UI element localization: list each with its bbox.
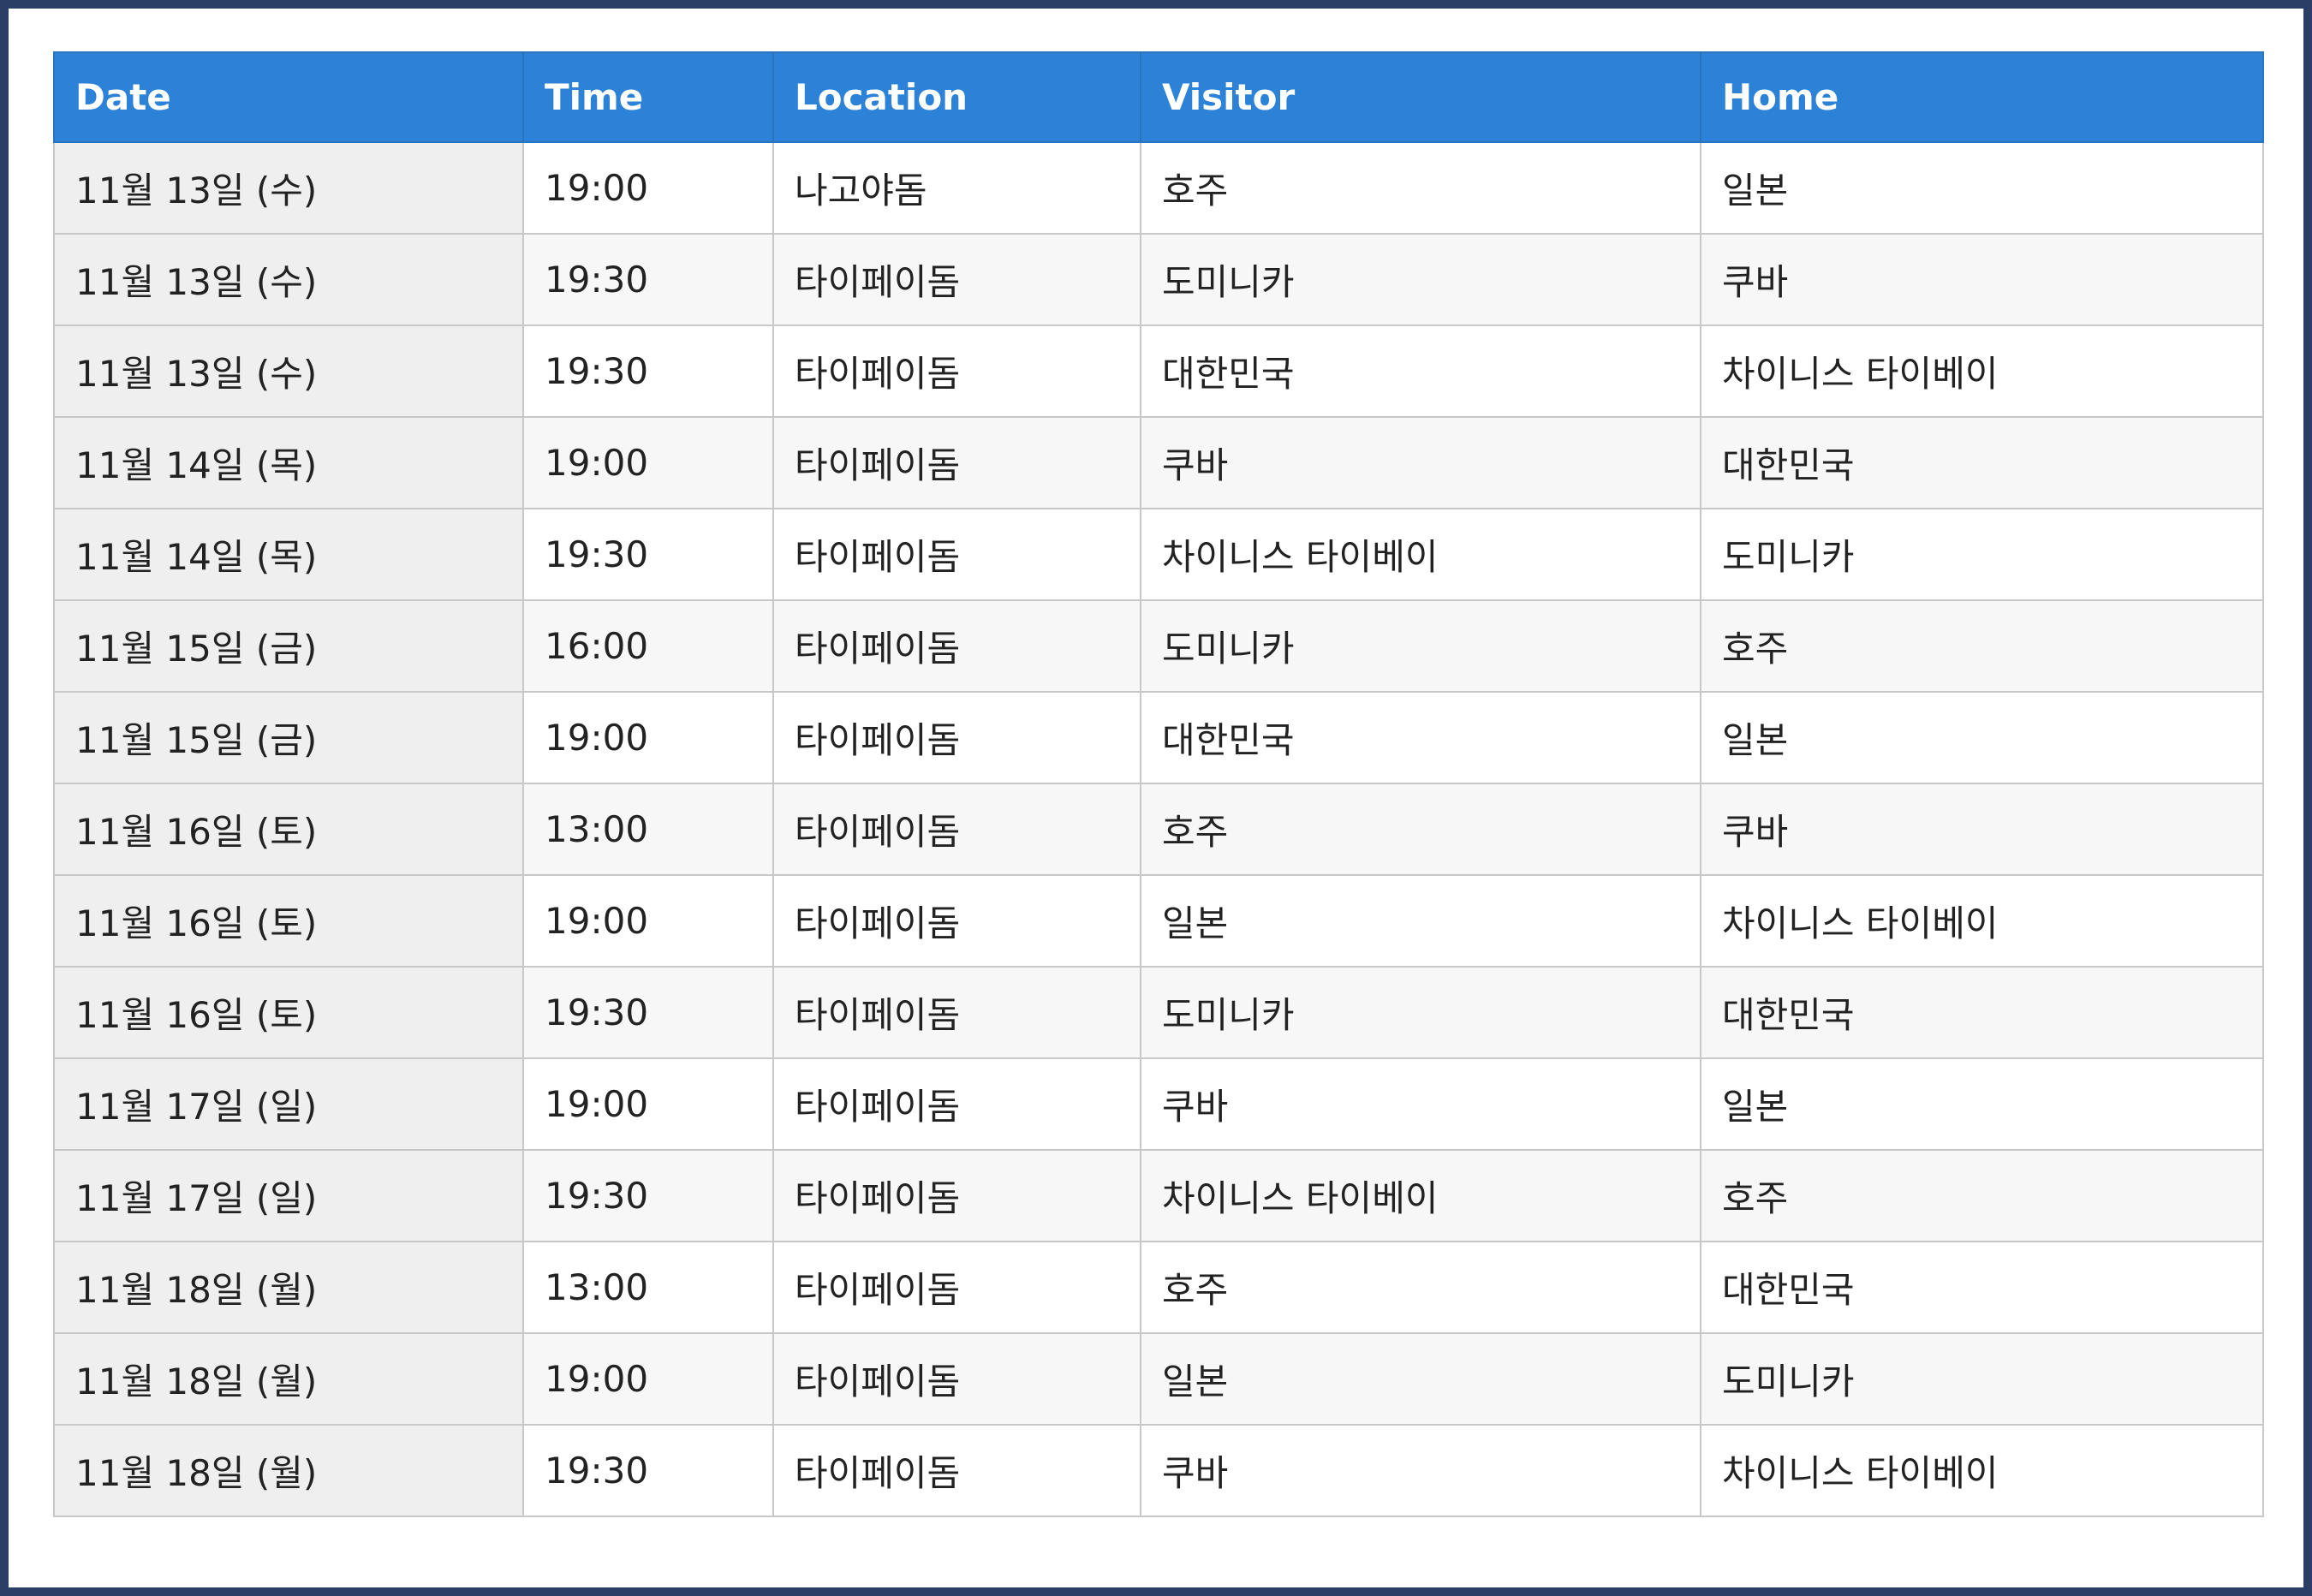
location-cell: 타이페이돔 bbox=[772, 783, 1141, 876]
date-cell: 11월 16일 (토) bbox=[53, 874, 524, 968]
location-cell: 타이페이돔 bbox=[772, 508, 1141, 601]
page-frame: Date Time Location Visitor Home 11월 13일 … bbox=[9, 9, 2303, 1587]
date-cell: 11월 18일 (월) bbox=[53, 1241, 524, 1334]
time-cell: 16:00 bbox=[522, 599, 774, 693]
visitor-cell: 쿠바 bbox=[1140, 1424, 1701, 1517]
visitor-cell: 쿠바 bbox=[1140, 1057, 1701, 1151]
time-cell: 19:00 bbox=[522, 141, 774, 235]
date-cell: 11월 15일 (금) bbox=[53, 691, 524, 784]
time-cell: 19:00 bbox=[522, 874, 774, 968]
header-time: Time bbox=[522, 51, 774, 143]
home-cell: 도미니카 bbox=[1700, 1332, 2264, 1426]
time-cell: 19:30 bbox=[522, 966, 774, 1059]
visitor-cell: 쿠바 bbox=[1140, 416, 1701, 509]
visitor-cell: 호주 bbox=[1140, 141, 1701, 235]
home-cell: 대한민국 bbox=[1700, 416, 2264, 509]
date-cell: 11월 16일 (토) bbox=[53, 783, 524, 876]
table-row: 11월 16일 (토) 19:00 타이페이돔 일본 차이니스 타이베이 bbox=[53, 874, 2264, 968]
table-row: 11월 17일 (일) 19:30 타이페이돔 차이니스 타이베이 호주 bbox=[53, 1149, 2264, 1242]
time-cell: 13:00 bbox=[522, 783, 774, 876]
location-cell: 타이페이돔 bbox=[772, 966, 1141, 1059]
date-cell: 11월 13일 (수) bbox=[53, 141, 524, 235]
table-row: 11월 14일 (목) 19:30 타이페이돔 차이니스 타이베이 도미니카 bbox=[53, 508, 2264, 601]
location-cell: 타이페이돔 bbox=[772, 325, 1141, 418]
location-cell: 타이페이돔 bbox=[772, 233, 1141, 326]
location-cell: 타이페이돔 bbox=[772, 1332, 1141, 1426]
table-row: 11월 15일 (금) 16:00 타이페이돔 도미니카 호주 bbox=[53, 599, 2264, 693]
table-row: 11월 15일 (금) 19:00 타이페이돔 대한민국 일본 bbox=[53, 691, 2264, 784]
schedule-table: Date Time Location Visitor Home 11월 13일 … bbox=[53, 51, 2264, 1517]
location-cell: 타이페이돔 bbox=[772, 416, 1141, 509]
date-cell: 11월 13일 (수) bbox=[53, 325, 524, 418]
visitor-cell: 도미니카 bbox=[1140, 599, 1701, 693]
location-cell: 나고야돔 bbox=[772, 141, 1141, 235]
date-cell: 11월 18일 (월) bbox=[53, 1424, 524, 1517]
table-row: 11월 13일 (수) 19:30 타이페이돔 대한민국 차이니스 타이베이 bbox=[53, 325, 2264, 418]
table-row: 11월 17일 (일) 19:00 타이페이돔 쿠바 일본 bbox=[53, 1057, 2264, 1151]
time-cell: 19:30 bbox=[522, 1424, 774, 1517]
visitor-cell: 일본 bbox=[1140, 874, 1701, 968]
date-cell: 11월 17일 (일) bbox=[53, 1057, 524, 1151]
home-cell: 차이니스 타이베이 bbox=[1700, 325, 2264, 418]
time-cell: 19:30 bbox=[522, 325, 774, 418]
table-row: 11월 16일 (토) 19:30 타이페이돔 도미니카 대한민국 bbox=[53, 966, 2264, 1059]
home-cell: 차이니스 타이베이 bbox=[1700, 1424, 2264, 1517]
visitor-cell: 대한민국 bbox=[1140, 325, 1701, 418]
visitor-cell: 대한민국 bbox=[1140, 691, 1701, 784]
home-cell: 호주 bbox=[1700, 599, 2264, 693]
location-cell: 타이페이돔 bbox=[772, 1149, 1141, 1242]
time-cell: 19:30 bbox=[522, 508, 774, 601]
home-cell: 쿠바 bbox=[1700, 233, 2264, 326]
time-cell: 13:00 bbox=[522, 1241, 774, 1334]
location-cell: 타이페이돔 bbox=[772, 1241, 1141, 1334]
home-cell: 차이니스 타이베이 bbox=[1700, 874, 2264, 968]
time-cell: 19:00 bbox=[522, 1057, 774, 1151]
home-cell: 일본 bbox=[1700, 691, 2264, 784]
time-cell: 19:00 bbox=[522, 416, 774, 509]
home-cell: 쿠바 bbox=[1700, 783, 2264, 876]
date-cell: 11월 16일 (토) bbox=[53, 966, 524, 1059]
time-cell: 19:00 bbox=[522, 691, 774, 784]
date-cell: 11월 15일 (금) bbox=[53, 599, 524, 693]
header-row: Date Time Location Visitor Home bbox=[53, 51, 2264, 143]
visitor-cell: 도미니카 bbox=[1140, 966, 1701, 1059]
location-cell: 타이페이돔 bbox=[772, 1424, 1141, 1517]
location-cell: 타이페이돔 bbox=[772, 874, 1141, 968]
home-cell: 대한민국 bbox=[1700, 1241, 2264, 1334]
visitor-cell: 차이니스 타이베이 bbox=[1140, 1149, 1701, 1242]
table-row: 11월 16일 (토) 13:00 타이페이돔 호주 쿠바 bbox=[53, 783, 2264, 876]
header-visitor: Visitor bbox=[1140, 51, 1701, 143]
table-row: 11월 13일 (수) 19:30 타이페이돔 도미니카 쿠바 bbox=[53, 233, 2264, 326]
table-row: 11월 18일 (월) 19:30 타이페이돔 쿠바 차이니스 타이베이 bbox=[53, 1424, 2264, 1517]
date-cell: 11월 14일 (목) bbox=[53, 508, 524, 601]
home-cell: 호주 bbox=[1700, 1149, 2264, 1242]
location-cell: 타이페이돔 bbox=[772, 599, 1141, 693]
header-location: Location bbox=[772, 51, 1141, 143]
date-cell: 11월 18일 (월) bbox=[53, 1332, 524, 1426]
table-row: 11월 18일 (월) 13:00 타이페이돔 호주 대한민국 bbox=[53, 1241, 2264, 1334]
home-cell: 도미니카 bbox=[1700, 508, 2264, 601]
date-cell: 11월 14일 (목) bbox=[53, 416, 524, 509]
home-cell: 대한민국 bbox=[1700, 966, 2264, 1059]
date-cell: 11월 13일 (수) bbox=[53, 233, 524, 326]
home-cell: 일본 bbox=[1700, 141, 2264, 235]
time-cell: 19:30 bbox=[522, 1149, 774, 1242]
location-cell: 타이페이돔 bbox=[772, 691, 1141, 784]
date-cell: 11월 17일 (일) bbox=[53, 1149, 524, 1242]
visitor-cell: 일본 bbox=[1140, 1332, 1701, 1426]
header-home: Home bbox=[1700, 51, 2264, 143]
header-date: Date bbox=[53, 51, 524, 143]
visitor-cell: 차이니스 타이베이 bbox=[1140, 508, 1701, 601]
table-body: 11월 13일 (수) 19:00 나고야돔 호주 일본 11월 13일 (수)… bbox=[53, 141, 2264, 1517]
location-cell: 타이페이돔 bbox=[772, 1057, 1141, 1151]
table-row: 11월 14일 (목) 19:00 타이페이돔 쿠바 대한민국 bbox=[53, 416, 2264, 509]
home-cell: 일본 bbox=[1700, 1057, 2264, 1151]
table-row: 11월 13일 (수) 19:00 나고야돔 호주 일본 bbox=[53, 141, 2264, 235]
table-row: 11월 18일 (월) 19:00 타이페이돔 일본 도미니카 bbox=[53, 1332, 2264, 1426]
visitor-cell: 호주 bbox=[1140, 783, 1701, 876]
visitor-cell: 도미니카 bbox=[1140, 233, 1701, 326]
visitor-cell: 호주 bbox=[1140, 1241, 1701, 1334]
time-cell: 19:00 bbox=[522, 1332, 774, 1426]
time-cell: 19:30 bbox=[522, 233, 774, 326]
